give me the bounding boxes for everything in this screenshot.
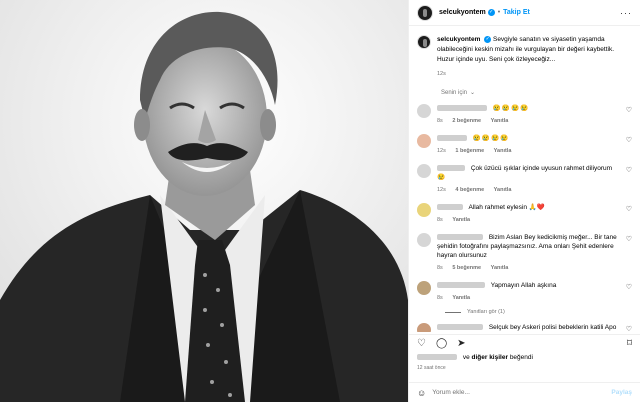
comment-likes[interactable]: 5 beğenme: [452, 265, 481, 271]
reply-button[interactable]: Yanıtla: [452, 217, 470, 223]
comment-text: Allah rahmet eylesin 🙏❤️: [468, 204, 545, 211]
heart-icon[interactable]: ♡: [626, 166, 632, 174]
heart-icon[interactable]: ♡: [417, 338, 426, 349]
follow-button[interactable]: Takip Et: [503, 9, 530, 16]
more-options-icon[interactable]: ···: [620, 8, 632, 18]
commenter-avatar[interactable]: [417, 233, 431, 247]
reply-button[interactable]: Yanıtla: [452, 295, 470, 301]
commenter-avatar[interactable]: [417, 323, 431, 332]
add-comment-bar: ☺ Paylaş: [409, 382, 640, 402]
likes-suffix: ve: [462, 354, 470, 361]
redacted-username[interactable]: [437, 204, 463, 211]
emoji-icon[interactable]: ☺: [417, 388, 426, 398]
comment-time[interactable]: 8s: [437, 217, 443, 223]
senin-icin-filter[interactable]: Senin için ⌄: [441, 89, 632, 97]
comment-likes[interactable]: 4 beğenme: [455, 187, 484, 193]
post-header: selcukyontem ✓ • Takip Et ···: [409, 0, 640, 26]
header-separator: •: [497, 9, 501, 16]
comment-item: 😢😢😢😢 12s 1 beğenme Yanıtla ♡: [417, 134, 632, 156]
redacted-username[interactable]: [437, 234, 483, 241]
reply-button[interactable]: Yanıtla: [494, 148, 512, 154]
bookmark-icon[interactable]: ⌑: [627, 338, 632, 349]
comment-time[interactable]: 12s: [437, 187, 446, 193]
commenter-avatar[interactable]: [417, 164, 431, 178]
view-replies-button[interactable]: Yanıtları gör (1): [445, 309, 632, 315]
comment-text: Yapmayın Allah aşkına: [490, 282, 557, 289]
caption-avatar[interactable]: [417, 35, 431, 49]
comment-time[interactable]: 8s: [437, 295, 443, 301]
redacted-username[interactable]: [437, 282, 485, 289]
post-caption: selcukyontem ✓ Sevgiyle sanatın ve siyas…: [417, 35, 632, 79]
post-side-panel: selcukyontem ✓ • Takip Et ··· selcukyont…: [408, 0, 640, 402]
post-timestamp[interactable]: 12 saat önce: [417, 365, 446, 371]
caption-username[interactable]: selcukyontem: [437, 36, 480, 43]
heart-icon[interactable]: ♡: [626, 136, 632, 144]
heart-icon[interactable]: ♡: [626, 205, 632, 213]
reply-button[interactable]: Yanıtla: [494, 187, 512, 193]
commenter-avatar[interactable]: [417, 134, 431, 148]
comment-item: Çok üzücü ışıklar içinde uyusun rahmet d…: [417, 164, 632, 195]
senin-icin-label: Senin için: [441, 89, 468, 96]
heart-icon[interactable]: ♡: [626, 106, 632, 114]
post-actions-bar: ♡ ◯ ➤ ⌑: [409, 334, 640, 352]
comment-text: Selçuk bey Askeri polisi bebeklerin kati…: [488, 324, 617, 331]
caption-time[interactable]: 12s: [437, 71, 446, 77]
redacted-username[interactable]: [437, 165, 465, 172]
post-comment-button[interactable]: Paylaş: [611, 389, 632, 396]
post-photo[interactable]: [0, 0, 408, 402]
comment-item: Allah rahmet eylesin 🙏❤️ 8s Yanıtla ♡: [417, 203, 632, 225]
reply-button[interactable]: Yanıtla: [491, 265, 509, 271]
redacted-username[interactable]: [437, 324, 483, 331]
commenter-avatar[interactable]: [417, 203, 431, 217]
comment-time[interactable]: 12s: [437, 148, 446, 154]
comment-item: Selçuk bey Askeri polisi bebeklerin kati…: [417, 323, 632, 332]
replies-divider: [445, 311, 461, 313]
chevron-down-icon: ⌄: [470, 90, 476, 96]
redacted-liker[interactable]: [417, 354, 457, 361]
comment-item: Yapmayın Allah aşkına 8s Yanıtla ♡: [417, 281, 632, 303]
comment-text: 😢😢😢😢: [492, 105, 530, 112]
reply-button[interactable]: Yanıtla: [491, 118, 509, 124]
comment-likes[interactable]: 2 beğenme: [452, 118, 481, 124]
commenter-avatar[interactable]: [417, 281, 431, 295]
portrait-image: [0, 0, 408, 402]
heart-icon[interactable]: ♡: [626, 283, 632, 291]
heart-icon[interactable]: ♡: [626, 235, 632, 243]
likes-end: beğendi: [509, 354, 533, 361]
verified-badge-icon: ✓: [484, 35, 492, 43]
share-icon[interactable]: ➤: [457, 338, 465, 349]
comment-item: Bizim Aslan Bey kedicikmiş meğer... Bir …: [417, 233, 632, 273]
commenter-avatar[interactable]: [417, 104, 431, 118]
heart-icon[interactable]: ♡: [626, 325, 632, 332]
comment-icon[interactable]: ◯: [436, 338, 447, 349]
view-replies-label: Yanıtları gör (1): [467, 309, 505, 315]
likes-others[interactable]: diğer kişiler: [472, 354, 509, 361]
author-avatar[interactable]: [417, 4, 433, 21]
comment-time[interactable]: 8s: [437, 265, 443, 271]
comment-input[interactable]: [432, 389, 606, 396]
comment-time[interactable]: 8s: [437, 118, 443, 124]
likes-summary: ve diğer kişiler beğendi: [417, 354, 632, 361]
comments-list[interactable]: selcukyontem ✓ Sevgiyle sanatın ve siyas…: [409, 27, 640, 332]
redacted-username[interactable]: [437, 105, 487, 112]
comment-text: 😢😢😢😢: [472, 135, 510, 142]
author-username[interactable]: selcukyontem: [439, 9, 486, 16]
comment-likes[interactable]: 1 beğenme: [455, 148, 484, 154]
instagram-post-view: selcukyontem ✓ • Takip Et ··· selcukyont…: [0, 0, 640, 402]
redacted-username[interactable]: [437, 135, 467, 142]
verified-badge-icon: ✓: [487, 9, 495, 16]
comment-item: 😢😢😢😢 8s 2 beğenme Yanıtla ♡: [417, 104, 632, 126]
